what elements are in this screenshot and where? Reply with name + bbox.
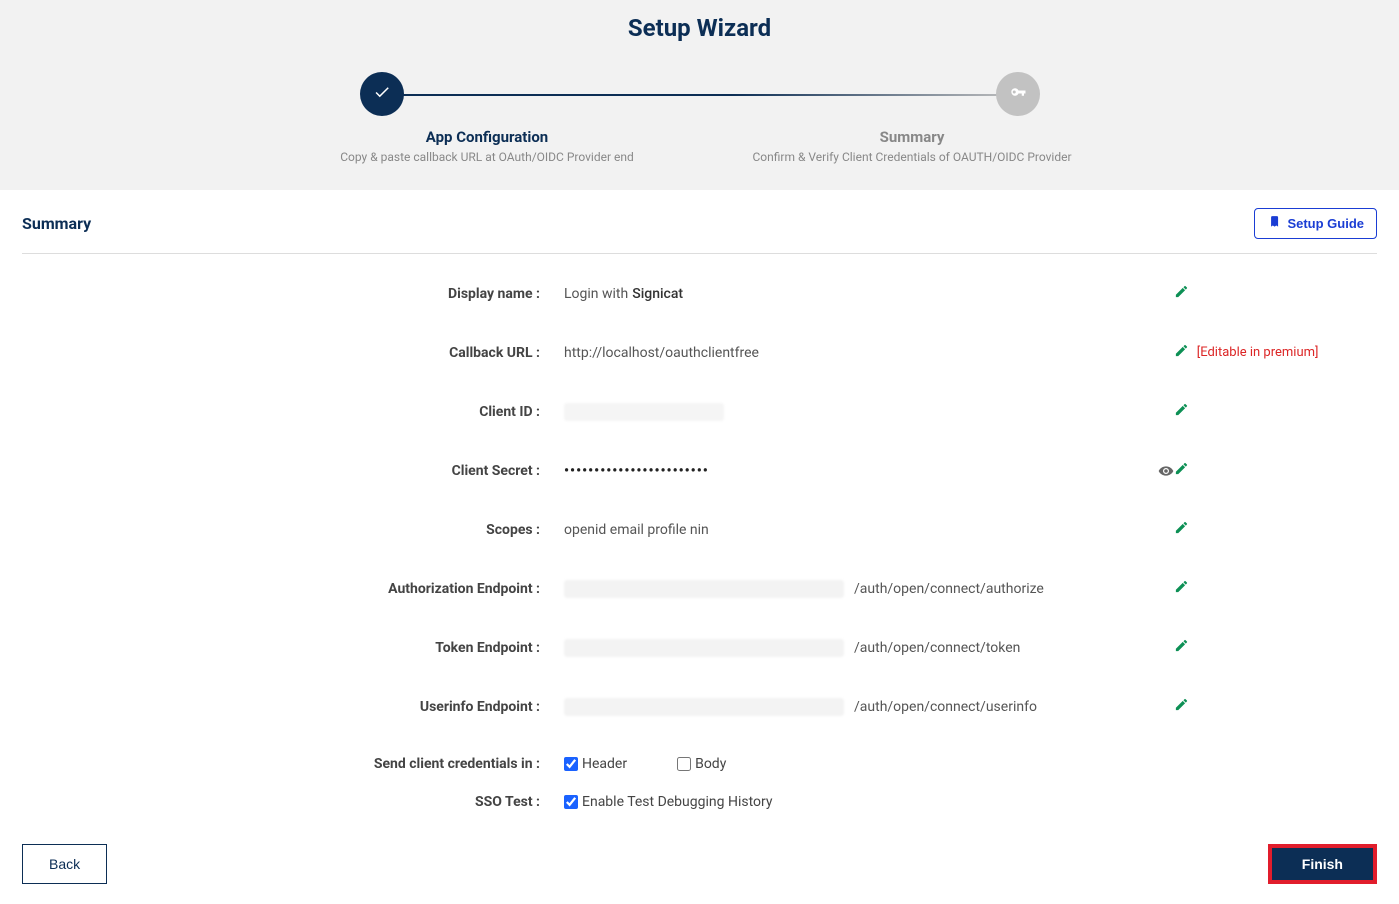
checkbox-sso-test-label: Enable Test Debugging History bbox=[582, 794, 773, 810]
row-callback-url: Callback URL : http://localhost/oauthcli… bbox=[22, 343, 1377, 362]
edit-icon[interactable] bbox=[1174, 697, 1189, 716]
client-id-value-redacted bbox=[564, 403, 724, 421]
row-token-endpoint: Token Endpoint : /auth/open/connect/toke… bbox=[22, 638, 1377, 657]
back-button[interactable]: Back bbox=[22, 844, 107, 884]
token-endpoint-label: Token Endpoint : bbox=[22, 640, 564, 656]
callback-url-value: http://localhost/oauthclientfree bbox=[564, 345, 759, 361]
edit-icon[interactable] bbox=[1174, 402, 1189, 421]
row-scopes: Scopes : openid email profile nin bbox=[22, 520, 1377, 539]
token-endpoint-prefix-redacted bbox=[564, 639, 844, 657]
checkbox-body-label: Body bbox=[695, 756, 726, 772]
row-display-name: Display name : Login with Signicat bbox=[22, 284, 1377, 303]
edit-icon[interactable] bbox=[1174, 284, 1189, 303]
checkbox-body-input[interactable] bbox=[677, 757, 691, 771]
userinfo-endpoint-suffix: /auth/open/connect/userinfo bbox=[854, 699, 1037, 715]
step-label-app-config: App Configuration Copy & paste callback … bbox=[275, 128, 700, 164]
row-userinfo-endpoint: Userinfo Endpoint : /auth/open/connect/u… bbox=[22, 697, 1377, 716]
display-name-label: Display name : bbox=[22, 286, 564, 302]
panel-heading: Summary bbox=[22, 214, 91, 233]
setup-guide-button[interactable]: Setup Guide bbox=[1254, 208, 1377, 239]
check-icon bbox=[373, 83, 391, 105]
row-authorization-endpoint: Authorization Endpoint : /auth/open/conn… bbox=[22, 579, 1377, 598]
step-app-config-circle bbox=[360, 72, 404, 116]
authorization-endpoint-suffix: /auth/open/connect/authorize bbox=[854, 581, 1044, 597]
userinfo-endpoint-label: Userinfo Endpoint : bbox=[22, 699, 564, 715]
row-client-secret: Client Secret : •••••••••••••••••••••••• bbox=[22, 461, 1377, 480]
row-sso-test: SSO Test : Enable Test Debugging History bbox=[22, 794, 1377, 810]
token-endpoint-suffix: /auth/open/connect/token bbox=[854, 640, 1020, 656]
callback-url-label: Callback URL : bbox=[22, 345, 564, 361]
checkbox-header[interactable]: Header bbox=[564, 756, 627, 772]
row-client-id: Client ID : bbox=[22, 402, 1377, 421]
client-secret-value: •••••••••••••••••••••••• bbox=[564, 463, 709, 479]
send-credentials-label: Send client credentials in : bbox=[22, 756, 564, 772]
edit-icon[interactable] bbox=[1174, 343, 1189, 362]
summary-panel: Summary Setup Guide Display name : Login… bbox=[0, 190, 1399, 844]
book-icon bbox=[1267, 215, 1281, 232]
step-label-summary: Summary Confirm & Verify Client Credenti… bbox=[700, 128, 1125, 164]
scopes-label: Scopes : bbox=[22, 522, 564, 538]
checkbox-header-label: Header bbox=[582, 756, 627, 772]
checkbox-body[interactable]: Body bbox=[677, 756, 726, 772]
checkbox-sso-test[interactable]: Enable Test Debugging History bbox=[564, 794, 773, 810]
stepper bbox=[360, 72, 1040, 118]
userinfo-endpoint-prefix-redacted bbox=[564, 698, 844, 716]
edit-icon[interactable] bbox=[1174, 461, 1189, 480]
sso-test-label: SSO Test : bbox=[22, 794, 564, 810]
client-id-label: Client ID : bbox=[22, 404, 564, 420]
stepper-line bbox=[388, 94, 1012, 96]
authorization-endpoint-label: Authorization Endpoint : bbox=[22, 581, 564, 597]
finish-button[interactable]: Finish bbox=[1268, 844, 1377, 884]
edit-icon[interactable] bbox=[1174, 638, 1189, 657]
scopes-value: openid email profile nin bbox=[564, 522, 709, 538]
display-name-value-suffix: Signicat bbox=[632, 286, 683, 302]
authorization-endpoint-prefix-redacted bbox=[564, 580, 844, 598]
eye-icon[interactable] bbox=[1158, 463, 1174, 479]
editable-in-premium-note: [Editable in premium] bbox=[1197, 345, 1319, 360]
key-icon bbox=[1009, 83, 1027, 105]
row-send-credentials: Send client credentials in : Header Body bbox=[22, 756, 1377, 772]
edit-icon[interactable] bbox=[1174, 579, 1189, 598]
wizard-title: Setup Wizard bbox=[0, 0, 1399, 72]
display-name-value-prefix: Login with bbox=[564, 286, 628, 302]
checkbox-header-input[interactable] bbox=[564, 757, 578, 771]
setup-guide-label: Setup Guide bbox=[1287, 216, 1364, 231]
edit-icon[interactable] bbox=[1174, 520, 1189, 539]
step-summary-circle bbox=[996, 72, 1040, 116]
checkbox-sso-test-input[interactable] bbox=[564, 795, 578, 809]
stepper-labels: App Configuration Copy & paste callback … bbox=[275, 128, 1125, 164]
client-secret-label: Client Secret : bbox=[22, 463, 564, 479]
